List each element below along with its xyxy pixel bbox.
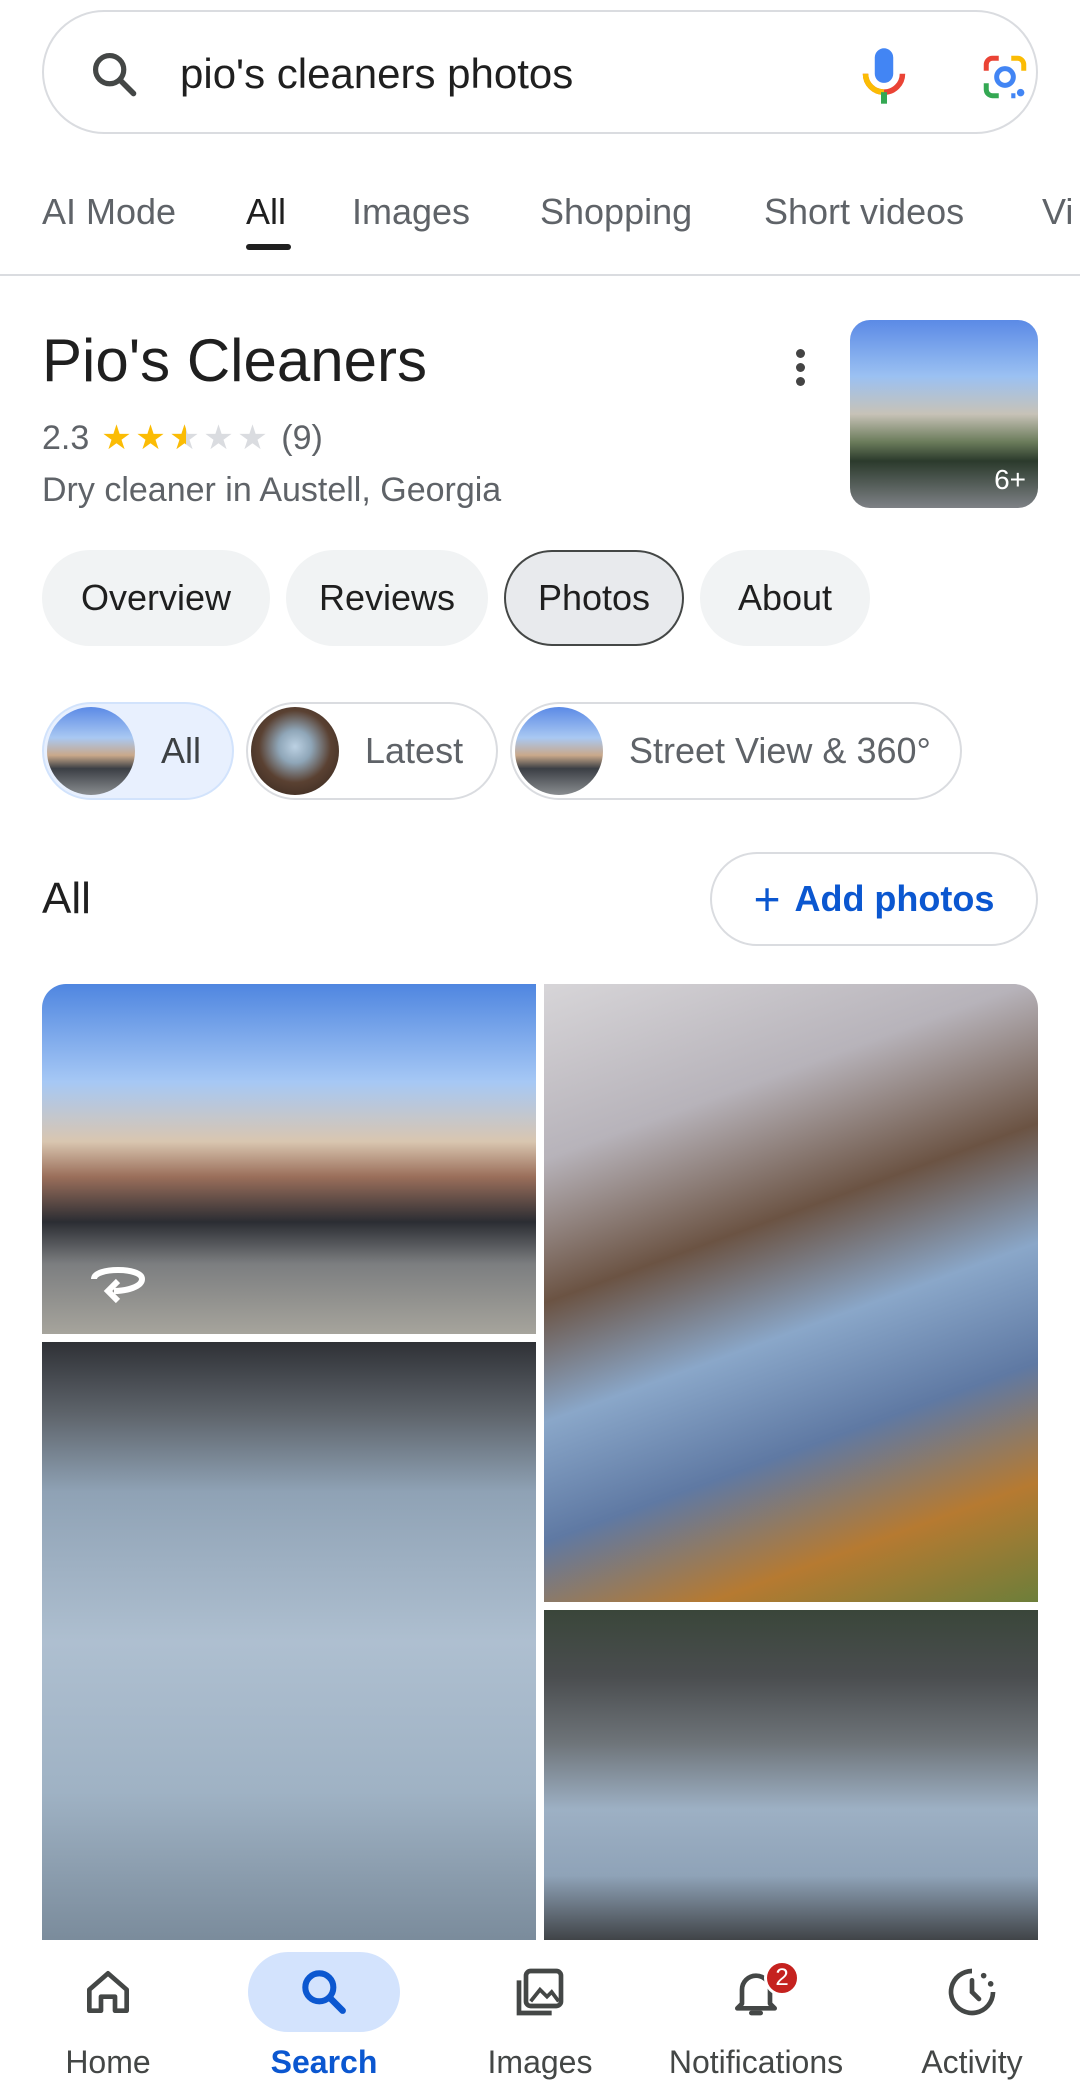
tab-all[interactable]: All: [246, 192, 286, 232]
tab-ai-mode[interactable]: AI Mode: [42, 192, 176, 232]
bottom-navigation: Home Search Images 2 Notifications Activ…: [0, 1940, 1080, 2084]
nav-label: Search: [270, 2044, 378, 2080]
photo-count: 6+: [994, 464, 1026, 495]
photo-clothes-pile[interactable]: [544, 984, 1038, 1602]
section-title-all: All: [42, 874, 91, 923]
search-bar[interactable]: pio's cleaners photos: [42, 10, 1038, 134]
tab-shopping[interactable]: Shopping: [540, 192, 692, 232]
chip-overview[interactable]: Overview: [42, 550, 270, 646]
nav-label: Images: [487, 2044, 593, 2080]
tab-videos[interactable]: Vi: [1042, 192, 1073, 232]
star-rating: ★ ★ ★ ★ ★: [101, 418, 271, 458]
add-photos-label: Add photos: [794, 878, 995, 919]
nav-label: Notifications: [668, 2044, 844, 2080]
rating-row[interactable]: 2.3 ★ ★ ★ ★ ★ (9): [42, 418, 323, 458]
nav-label: Activity: [921, 2044, 1023, 2080]
business-photo-thumbnail[interactable]: 6+: [850, 320, 1038, 508]
search-icon: [302, 1970, 346, 2014]
chip-photos[interactable]: Photos: [504, 550, 684, 646]
filter-label: All: [161, 730, 202, 771]
star-icon: ★: [135, 419, 166, 457]
360-rotate-icon: [91, 1267, 146, 1304]
tab-short-videos[interactable]: Short videos: [764, 192, 964, 232]
home-icon: [87, 1971, 129, 2013]
filter-thumbnail: [47, 707, 135, 795]
microphone-icon[interactable]: [856, 46, 912, 106]
filter-chip-street-view[interactable]: Street View & 360°: [510, 702, 962, 800]
business-category: Dry cleaner in Austell, Georgia: [42, 471, 502, 509]
filter-thumbnail: [515, 707, 603, 795]
nav-label: Home: [65, 2044, 151, 2080]
more-options-icon[interactable]: [784, 346, 816, 390]
filter-chip-all[interactable]: All: [42, 702, 234, 800]
add-photos-button[interactable]: + Add photos: [710, 852, 1038, 946]
activity-icon: [948, 1968, 996, 2016]
star-icon: ★: [101, 419, 132, 457]
rating-value: 2.3: [42, 419, 90, 457]
business-name: Pio's Cleaners: [42, 327, 427, 394]
filter-thumbnail: [251, 707, 339, 795]
empty-star-icon: ★: [203, 419, 234, 457]
half-star-icon: ★: [169, 418, 203, 458]
review-count: (9): [281, 419, 323, 457]
plus-icon: +: [753, 873, 781, 925]
photo-denim-top[interactable]: [544, 1610, 1038, 1942]
chip-about[interactable]: About: [700, 550, 870, 646]
notification-badge: 2: [764, 1960, 800, 1996]
photo-street-view[interactable]: [42, 984, 536, 1334]
nav-images[interactable]: Images: [432, 1940, 648, 2084]
tab-images[interactable]: Images: [352, 192, 470, 232]
search-tabs: AI Mode All Images Shopping Short videos…: [0, 180, 1080, 276]
empty-star-icon: ★: [237, 419, 268, 457]
photo-denim-jumpsuit[interactable]: [42, 1342, 536, 1942]
nav-notifications[interactable]: 2 Notifications: [648, 1940, 864, 2084]
search-query[interactable]: pio's cleaners photos: [180, 52, 573, 96]
search-icon[interactable]: [88, 48, 140, 100]
nav-search[interactable]: Search: [216, 1940, 432, 2084]
filter-chip-latest[interactable]: Latest: [246, 702, 498, 800]
filter-label: Street View & 360°: [629, 730, 931, 771]
filter-label: Latest: [365, 730, 464, 771]
chip-reviews[interactable]: Reviews: [286, 550, 488, 646]
active-tab-indicator: [246, 244, 291, 250]
images-icon: [516, 1968, 564, 2016]
nav-activity[interactable]: Activity: [864, 1940, 1080, 2084]
google-lens-icon[interactable]: [978, 52, 1032, 102]
nav-home[interactable]: Home: [0, 1940, 216, 2084]
